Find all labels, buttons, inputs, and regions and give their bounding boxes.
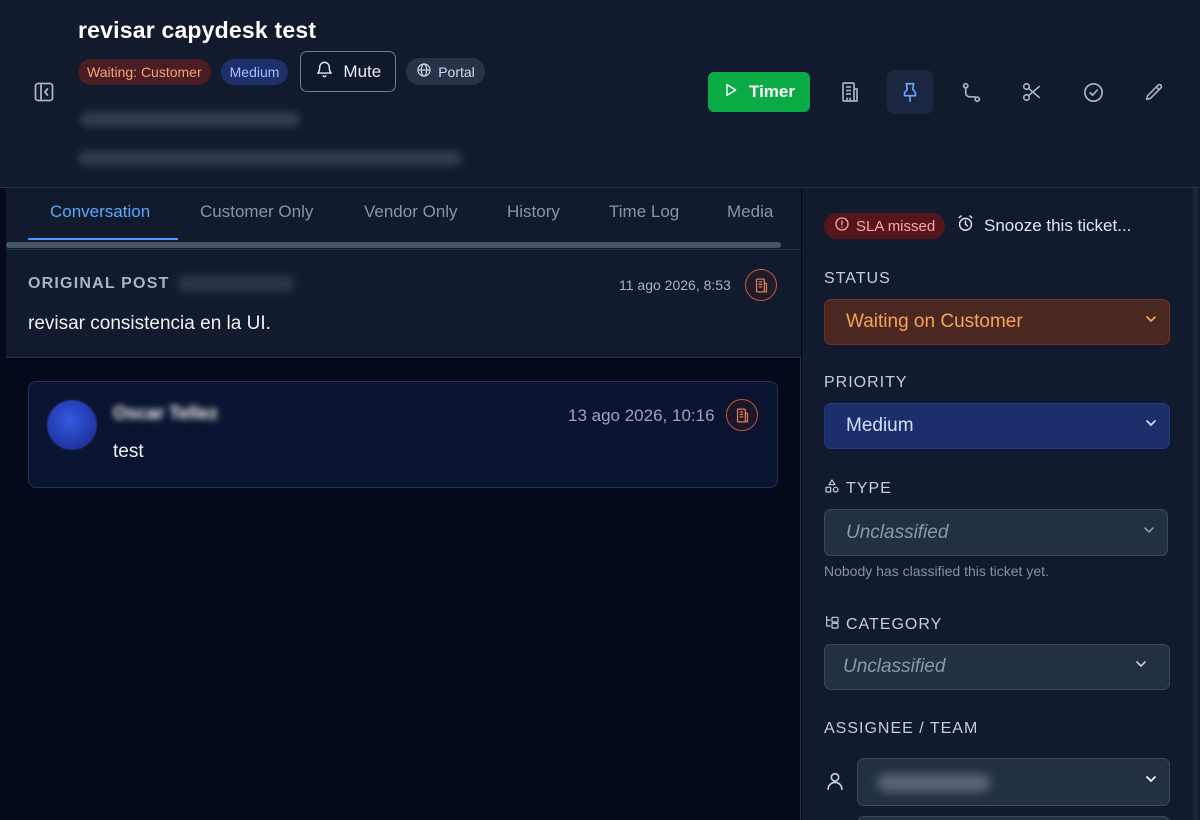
priority-label-text: PRIORITY — [824, 374, 908, 391]
category-label-text: CATEGORY — [846, 615, 943, 633]
status-section-label: STATUS — [824, 270, 891, 288]
message-card: Oscar Tellez 13 ago 2026, 10:16 test — [28, 381, 778, 488]
tab-vendor-only[interactable]: Vendor Only — [364, 202, 458, 222]
check-circle-icon[interactable] — [1070, 70, 1116, 114]
folder-tree-icon — [824, 614, 840, 635]
chevron-down-icon — [1143, 311, 1159, 333]
snooze-button[interactable]: Snooze this ticket... — [956, 213, 1131, 239]
status-label-text: STATUS — [824, 270, 891, 287]
tab-scrollbar[interactable] — [6, 242, 781, 248]
status-select[interactable]: Waiting on Customer — [824, 299, 1170, 345]
priority-section-label: PRIORITY — [824, 374, 908, 392]
tab-bar: Conversation Customer Only Vendor Only H… — [6, 188, 801, 250]
building-icon[interactable] — [745, 269, 777, 301]
building-icon[interactable] — [726, 399, 758, 431]
bell-icon — [315, 60, 334, 84]
tab-media[interactable]: Media — [727, 202, 773, 222]
assignee-section-label: ASSIGNEE / TEAM — [824, 720, 978, 738]
status-badge: Waiting: Customer — [78, 58, 211, 85]
type-section-label: TYPE — [824, 478, 892, 499]
message-text: test — [113, 441, 144, 462]
building-icon[interactable] — [827, 70, 873, 114]
blurred-subtitle — [80, 112, 300, 127]
original-post-text: revisar consistencia en la UI. — [28, 313, 271, 334]
ticket-title: revisar capydesk test — [78, 17, 317, 43]
shapes-icon — [824, 478, 840, 499]
alarm-clock-icon — [956, 214, 975, 238]
tab-conversation[interactable]: Conversation — [50, 202, 150, 222]
priority-value: Medium — [846, 415, 914, 436]
priority-select[interactable]: Medium — [824, 403, 1170, 449]
type-value: Unclassified — [846, 521, 949, 543]
ticket-header: revisar capydesk test Waiting: Customer … — [0, 0, 1200, 188]
chevron-down-icon — [1141, 522, 1157, 544]
chevron-down-icon — [1143, 415, 1159, 437]
ticket-page: revisar capydesk test Waiting: Customer … — [0, 0, 1200, 820]
message-date: 13 ago 2026, 10:16 — [568, 406, 715, 425]
alert-circle-icon — [834, 216, 850, 236]
original-post: ORIGINAL POST 11 ago 2026, 8:53 revisar … — [6, 250, 801, 358]
pencil-icon[interactable] — [1131, 70, 1177, 114]
priority-badge: Medium — [220, 58, 289, 85]
mute-button[interactable]: Mute — [300, 51, 397, 92]
message-author: Oscar Tellez — [113, 403, 218, 423]
assignee-select[interactable] — [857, 758, 1170, 806]
route-icon[interactable] — [948, 70, 994, 114]
chevron-down-icon — [1133, 656, 1149, 678]
ticket-badges: Waiting: Customer Medium Mute Portal — [78, 51, 485, 92]
timer-label: Timer — [749, 82, 795, 101]
tab-time-log[interactable]: Time Log — [609, 202, 679, 222]
conversation-pane: Conversation Customer Only Vendor Only H… — [6, 188, 801, 820]
ticket-details-panel: SLA missed Snooze this ticket... STATUS … — [802, 188, 1200, 820]
user-icon — [824, 770, 848, 794]
snooze-label: Snooze this ticket... — [984, 216, 1132, 235]
type-select[interactable]: Unclassified — [824, 509, 1168, 556]
type-helper-text: Nobody has classified this ticket yet. — [824, 563, 1049, 579]
tab-customer-only[interactable]: Customer Only — [200, 202, 313, 222]
chevron-down-icon — [1143, 771, 1159, 793]
active-tab-indicator — [28, 238, 178, 240]
original-post-date: 11 ago 2026, 8:53 — [619, 277, 731, 293]
blurred-description — [78, 151, 462, 166]
sidebar-toggle-icon[interactable] — [32, 80, 56, 104]
header-actions: Timer — [708, 70, 810, 114]
sla-badge: SLA missed — [824, 213, 946, 239]
sla-label: SLA missed — [856, 217, 936, 235]
globe-icon — [416, 62, 432, 81]
portal-label: Portal — [438, 63, 475, 80]
blurred-author — [178, 275, 294, 292]
type-label-text: TYPE — [846, 479, 892, 497]
category-select[interactable]: Unclassified — [824, 644, 1170, 690]
scissors-icon[interactable] — [1009, 70, 1055, 114]
play-icon — [723, 82, 739, 103]
category-value: Unclassified — [843, 656, 946, 677]
panel-scrollbar[interactable] — [1193, 188, 1198, 820]
assignee-label-text: ASSIGNEE / TEAM — [824, 720, 979, 737]
blurred-assignee-name — [878, 774, 990, 792]
mute-label: Mute — [343, 61, 382, 81]
original-post-label: ORIGINAL POST — [28, 275, 170, 292]
avatar — [47, 400, 97, 450]
status-value: Waiting on Customer — [846, 311, 1023, 332]
portal-badge: Portal — [406, 58, 485, 85]
team-select[interactable] — [857, 816, 1170, 820]
pin-icon[interactable] — [887, 70, 933, 114]
tab-history[interactable]: History — [507, 202, 560, 222]
timer-button[interactable]: Timer — [708, 72, 810, 112]
category-section-label: CATEGORY — [824, 614, 942, 635]
